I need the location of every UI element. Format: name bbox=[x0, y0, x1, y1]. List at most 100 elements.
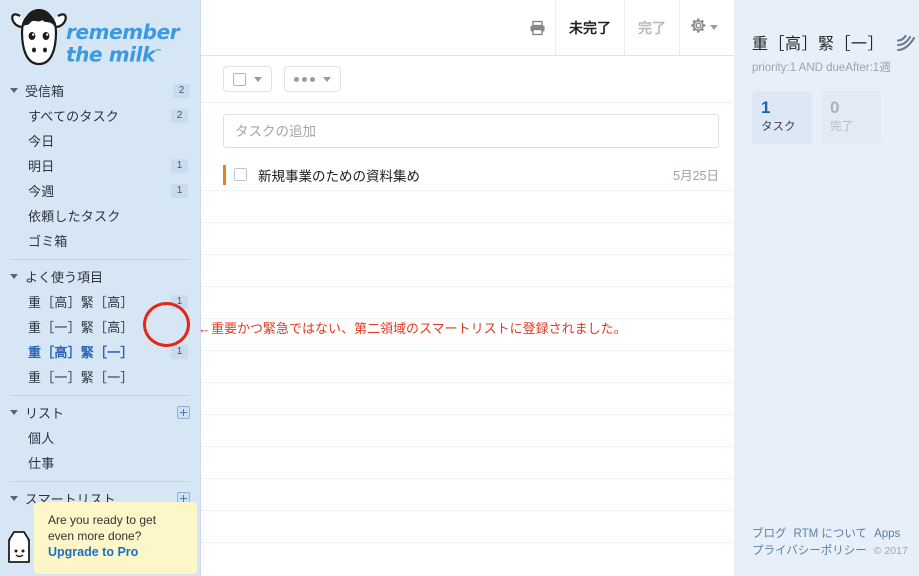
stat-value: 1 bbox=[761, 98, 771, 117]
select-all-dropdown[interactable] bbox=[223, 66, 272, 92]
tab-incomplete[interactable]: 未完了 bbox=[555, 0, 625, 56]
sidebar-item-low-high[interactable]: 重［一］緊［高］ bbox=[0, 314, 200, 339]
sidebar-item-all-tasks[interactable]: すべてのタスク 2 bbox=[0, 103, 200, 128]
stats-row: 1 タスク 0 完了 bbox=[752, 91, 919, 144]
sidebar-item-label: 今週 bbox=[28, 184, 55, 199]
empty-row bbox=[201, 191, 741, 223]
chevron-down-icon bbox=[10, 274, 18, 279]
sidebar-item-label: 今日 bbox=[28, 134, 55, 149]
sidebar-item-low-low[interactable]: 重［一］緊［一］ bbox=[0, 364, 200, 389]
item-badge: 1 bbox=[171, 183, 188, 198]
stat-value: 0 bbox=[830, 98, 840, 117]
chevron-down-icon bbox=[10, 410, 18, 415]
item-badge: 1 bbox=[171, 294, 188, 309]
task-panel: 新規事業のための資料集め 5月25日 bbox=[201, 56, 741, 543]
more-actions-dropdown[interactable] bbox=[284, 66, 341, 92]
toolbar: 未完了 完了 bbox=[201, 0, 734, 56]
promo-line-2: even more done? bbox=[48, 529, 142, 543]
upgrade-to-pro-link[interactable]: Upgrade to Pro bbox=[48, 544, 187, 560]
sidebar-section-lists[interactable]: リスト bbox=[0, 400, 200, 425]
view-tabs: 未完了 完了 bbox=[555, 0, 680, 56]
empty-row bbox=[201, 415, 741, 447]
task-list: 新規事業のための資料集め 5月25日 bbox=[201, 159, 741, 543]
milk-carton-icon bbox=[2, 527, 36, 572]
chevron-down-icon bbox=[710, 25, 718, 30]
logo-line-2: the milk bbox=[66, 42, 155, 67]
footer-link-about[interactable]: RTM について bbox=[794, 526, 868, 543]
detail-panel: 重［高］緊［一］ priority:1 AND dueAfter:1週 1 タス… bbox=[734, 0, 919, 576]
lists-label: リスト bbox=[25, 406, 65, 421]
sidebar-item-label: 重［高］緊［一］ bbox=[28, 345, 134, 360]
footer-link-privacy[interactable]: プライバシーポリシー bbox=[752, 543, 867, 560]
add-task-row bbox=[201, 103, 741, 148]
item-badge: 2 bbox=[171, 108, 188, 123]
sidebar-item-label: すべてのタスク bbox=[28, 109, 119, 124]
sidebar-section-favorites[interactable]: よく使う項目 bbox=[0, 264, 200, 289]
item-badge: 1 bbox=[171, 158, 188, 173]
settings-menu-button[interactable] bbox=[680, 17, 722, 39]
inbox-section: 受信箱 2 すべてのタスク 2 今日 明日 1 今週 1 依頼したタスク ゴミ箱 bbox=[0, 78, 200, 253]
sidebar-item-label: ゴミ箱 bbox=[28, 234, 68, 249]
cow-logo-icon bbox=[8, 2, 70, 79]
smartlist-query: priority:1 AND dueAfter:1週 bbox=[752, 62, 891, 74]
favorites-section: よく使う項目 重［高］緊［高］ 1 重［一］緊［高］ 重［高］緊［一］ 1 重［… bbox=[0, 264, 200, 389]
priority-bar bbox=[223, 165, 226, 185]
three-dots-icon bbox=[294, 76, 315, 82]
promo-line-1: Are you ready to get bbox=[48, 513, 157, 527]
sidebar-item-today[interactable]: 今日 bbox=[0, 128, 200, 153]
sidebar-item-tomorrow[interactable]: 明日 1 bbox=[0, 153, 200, 178]
logo[interactable]: remember the milk™ bbox=[0, 0, 200, 78]
sidebar-section-inbox[interactable]: 受信箱 2 bbox=[0, 78, 200, 103]
footer-link-blog[interactable]: ブログ bbox=[752, 526, 787, 543]
sidebar-item-work[interactable]: 仕事 bbox=[0, 450, 200, 475]
sidebar-item-label: 個人 bbox=[28, 431, 55, 446]
tab-complete[interactable]: 完了 bbox=[624, 0, 680, 56]
empty-row bbox=[201, 383, 741, 415]
sidebar-item-personal[interactable]: 個人 bbox=[0, 425, 200, 450]
sidebar-item-high-high[interactable]: 重［高］緊［高］ 1 bbox=[0, 289, 200, 314]
rss-icon[interactable] bbox=[895, 34, 917, 59]
upgrade-promo[interactable]: Are you ready to get even more done? Upg… bbox=[34, 502, 197, 574]
inbox-label: 受信箱 bbox=[25, 84, 65, 99]
sidebar-divider bbox=[10, 259, 190, 260]
empty-row bbox=[201, 479, 741, 511]
stat-completed[interactable]: 0 完了 bbox=[821, 91, 881, 144]
sidebar-item-label: 重［一］緊［高］ bbox=[28, 320, 134, 335]
sidebar-item-given-tasks[interactable]: 依頼したタスク bbox=[0, 203, 200, 228]
empty-row bbox=[201, 255, 741, 287]
sidebar-item-trash[interactable]: ゴミ箱 bbox=[0, 228, 200, 253]
inbox-badge: 2 bbox=[173, 83, 190, 98]
copyright: © 2017 bbox=[873, 545, 908, 557]
sidebar: remember the milk™ 受信箱 2 すべてのタスク 2 今日 明日… bbox=[0, 0, 200, 576]
sidebar-item-this-week[interactable]: 今週 1 bbox=[0, 178, 200, 203]
checkbox-icon bbox=[233, 72, 246, 86]
filter-bar bbox=[201, 56, 741, 103]
sidebar-item-label: 重［一］緊［一］ bbox=[28, 370, 134, 385]
stat-label: タスク bbox=[761, 121, 796, 133]
table-row[interactable]: 新規事業のための資料集め 5月25日 bbox=[201, 159, 741, 191]
footer-links-row-1: ブログ RTM について Apps bbox=[752, 526, 919, 543]
print-icon[interactable] bbox=[522, 13, 552, 43]
empty-row bbox=[201, 511, 741, 543]
stat-label: 完了 bbox=[830, 121, 853, 133]
logo-trademark: ™ bbox=[154, 48, 162, 56]
main-content: 未完了 完了 タスクの追加 新規事業のための資料集め 5月25日 bbox=[200, 0, 741, 576]
app-root: remember the milk™ 受信箱 2 すべてのタスク 2 今日 明日… bbox=[0, 0, 919, 576]
logo-line-1: remember bbox=[66, 20, 180, 44]
lists-section: リスト 個人 仕事 bbox=[0, 400, 200, 475]
task-checkbox[interactable] bbox=[234, 168, 247, 181]
logo-wordmark: remember the milk™ bbox=[66, 20, 180, 67]
sidebar-item-label: 重［高］緊［高］ bbox=[28, 295, 134, 310]
footer-link-apps[interactable]: Apps bbox=[874, 526, 900, 543]
chevron-down-icon bbox=[10, 88, 18, 93]
stat-tasks[interactable]: 1 タスク bbox=[752, 91, 812, 144]
favorites-label: よく使う項目 bbox=[25, 270, 104, 285]
add-list-button[interactable] bbox=[177, 406, 190, 419]
sidebar-item-label: 依頼したタスク bbox=[28, 209, 121, 224]
sidebar-divider bbox=[10, 481, 190, 482]
sidebar-item-high-low[interactable]: 重［高］緊［一］ 1 bbox=[0, 339, 200, 364]
item-badge: 1 bbox=[171, 344, 188, 359]
sidebar-item-label: 仕事 bbox=[28, 456, 55, 471]
chevron-down-icon bbox=[254, 76, 262, 82]
add-task-input[interactable] bbox=[223, 114, 719, 148]
